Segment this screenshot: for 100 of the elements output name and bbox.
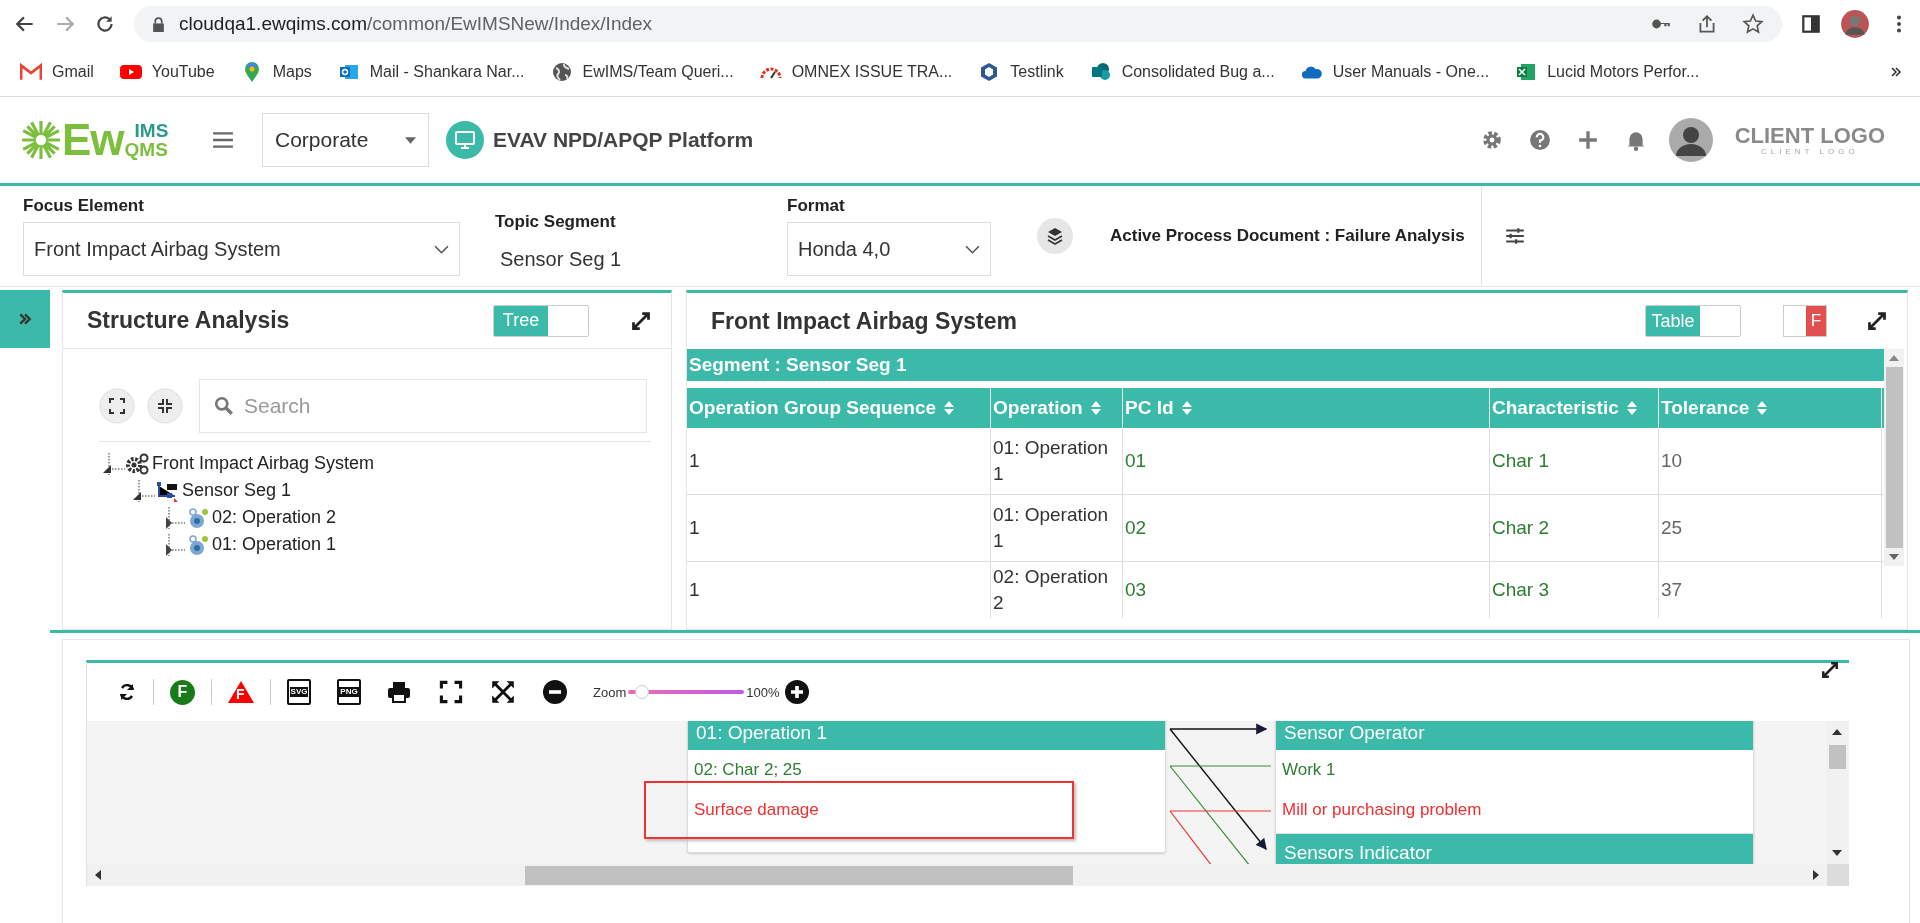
bookmark[interactable]: EwIMS/Team Queri... bbox=[550, 62, 734, 82]
field-label: Focus Element bbox=[23, 196, 145, 216]
node-line: Work 1 bbox=[1282, 760, 1336, 780]
print-icon[interactable] bbox=[387, 680, 411, 704]
refresh-icon[interactable] bbox=[117, 682, 137, 702]
side-panel-icon[interactable] bbox=[1800, 13, 1822, 35]
segment-heading: Segment : Sensor Seg 1 bbox=[687, 349, 1884, 381]
scroll-down-icon[interactable] bbox=[1832, 850, 1842, 856]
scroll-left-icon[interactable] bbox=[95, 870, 101, 880]
expand-icon[interactable] bbox=[1821, 661, 1839, 679]
menu-icon[interactable] bbox=[212, 131, 234, 149]
mail-icon bbox=[20, 62, 42, 82]
tree-item[interactable]: 01: Operation 1 bbox=[212, 534, 337, 555]
sort-icon bbox=[1757, 401, 1768, 415]
table-cell: 01: Operation 1 bbox=[991, 428, 1123, 494]
table-cell: 02 bbox=[1123, 495, 1490, 561]
sort-icon bbox=[1090, 401, 1101, 415]
workspace-dropdown[interactable]: Corporate bbox=[262, 113, 429, 167]
expand-all-button[interactable] bbox=[99, 388, 135, 424]
scroll-down-icon[interactable] bbox=[1889, 554, 1899, 560]
f-circle-button[interactable]: F bbox=[170, 679, 195, 705]
client-logo: CLIENT LOGO bbox=[1734, 124, 1885, 147]
node-line: 02: Char 2; 25 bbox=[694, 760, 802, 780]
scrollbar-thumb[interactable] bbox=[525, 865, 1073, 885]
platform-title: EVAV NPD/APQP Platform bbox=[493, 128, 754, 152]
star-icon[interactable] bbox=[1742, 13, 1764, 35]
table-cell: 1 bbox=[687, 495, 991, 561]
scroll-up-icon[interactable] bbox=[1832, 729, 1842, 735]
plus-icon[interactable] bbox=[1576, 129, 1599, 151]
lock-icon bbox=[152, 16, 165, 32]
tree-item[interactable]: 02: Operation 2 bbox=[212, 507, 337, 528]
search-field[interactable]: Search bbox=[199, 379, 647, 433]
more-bookmarks-icon[interactable] bbox=[1890, 66, 1902, 78]
expand-icon[interactable] bbox=[1867, 311, 1887, 331]
zoom-slider[interactable] bbox=[628, 685, 745, 699]
focus-element-dropdown[interactable]: Front Impact Airbag System bbox=[23, 222, 460, 276]
sunburst-icon bbox=[20, 119, 62, 161]
gears-icon bbox=[125, 452, 149, 475]
table-cell: 10 bbox=[1659, 428, 1882, 494]
table-cell: 01 bbox=[1123, 428, 1490, 494]
sharing-icon bbox=[1089, 62, 1112, 82]
double-chevron-icon bbox=[18, 312, 32, 326]
globe-icon bbox=[550, 62, 573, 82]
table-cell: 1 bbox=[687, 428, 991, 494]
avatar[interactable] bbox=[1840, 9, 1870, 39]
fit-screen-icon[interactable] bbox=[439, 680, 463, 704]
tree-item[interactable]: Front Impact Airbag System bbox=[152, 453, 375, 474]
client-logo-subtitle: CLIENT LOGO bbox=[1761, 146, 1859, 156]
reload-icon[interactable] bbox=[94, 13, 116, 35]
scroll-right-icon[interactable] bbox=[1813, 870, 1819, 880]
diagram-node[interactable]: 01: Operation 1 02: Char 2; 25 Surface damage bbox=[687, 721, 1166, 853]
scrollbar-thumb[interactable] bbox=[1828, 745, 1846, 769]
tree-toggle-icon[interactable] bbox=[131, 479, 155, 502]
f-toggle[interactable]: F bbox=[1783, 305, 1827, 337]
bookmark[interactable]: Consolidated Bug a... bbox=[1089, 62, 1275, 82]
scrollbar-thumb[interactable] bbox=[1885, 367, 1903, 548]
table-cell: 25 bbox=[1659, 495, 1882, 561]
search-input[interactable]: Search bbox=[242, 393, 626, 419]
settings-icon[interactable] bbox=[1480, 129, 1503, 151]
bookmark[interactable]: YouTube bbox=[119, 62, 215, 82]
node-heading: Sensors Indicator bbox=[1276, 834, 1753, 864]
help-icon[interactable] bbox=[1528, 129, 1551, 151]
monitor-icon bbox=[445, 120, 485, 160]
bookmark[interactable]: Testlink bbox=[978, 62, 1064, 82]
png-export-button[interactable]: PNG bbox=[337, 679, 361, 705]
fullscreen-icon[interactable] bbox=[491, 680, 515, 704]
user-avatar[interactable] bbox=[1668, 118, 1713, 162]
chevron-down-icon bbox=[434, 244, 449, 254]
bookmark[interactable]: OMNEX ISSUE TRA... bbox=[759, 62, 953, 82]
tree-item[interactable]: Sensor Seg 1 bbox=[182, 480, 292, 501]
bookmark[interactable]: User Manuals - One... bbox=[1300, 62, 1490, 82]
field-label: Format bbox=[787, 196, 846, 216]
expand-icon[interactable] bbox=[631, 310, 651, 331]
logo-text: IMS bbox=[134, 121, 169, 140]
logo-text: Ew bbox=[62, 118, 124, 162]
search-icon bbox=[214, 396, 234, 416]
zoom-out-icon[interactable] bbox=[543, 680, 567, 704]
f-triangle-button[interactable]: F bbox=[228, 681, 254, 703]
bell-icon[interactable] bbox=[1624, 129, 1647, 151]
zoom-reading: 100% bbox=[746, 684, 780, 700]
bookmark[interactable]: Mail - Shankara Nar... bbox=[337, 62, 525, 82]
chevron-down-icon bbox=[965, 244, 980, 254]
sliders-icon[interactable] bbox=[1503, 225, 1526, 247]
play-icon bbox=[119, 62, 142, 82]
bookmark[interactable]: Gmail bbox=[20, 62, 94, 82]
sort-icon bbox=[1626, 401, 1637, 415]
sort-icon bbox=[944, 401, 955, 415]
svg-export-button[interactable]: SVG bbox=[287, 679, 311, 705]
collapse-all-button[interactable] bbox=[147, 388, 183, 424]
format-dropdown[interactable]: Honda 4,0 bbox=[787, 222, 991, 276]
bookmark[interactable]: Lucid Motors Perfor... bbox=[1515, 62, 1700, 82]
table-cell: 01: Operation 1 bbox=[991, 495, 1123, 561]
tree-toggle-icon[interactable] bbox=[101, 452, 125, 475]
zoom-in-icon[interactable] bbox=[785, 680, 810, 704]
table-cell: 03 bbox=[1123, 562, 1490, 618]
segment-icon bbox=[155, 479, 179, 502]
bookmark[interactable]: Maps bbox=[240, 62, 312, 82]
layers-button[interactable] bbox=[1037, 218, 1073, 254]
address-bar[interactable]: cloudqa1.ewqims.com/common/EwIMSNew/Index/Index bbox=[134, 6, 1782, 42]
table-cell: 1 bbox=[687, 562, 991, 618]
